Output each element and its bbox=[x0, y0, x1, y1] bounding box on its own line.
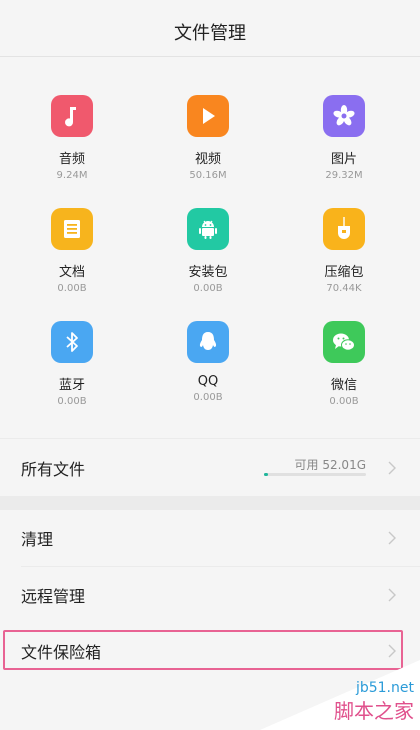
category-name: 安装包 bbox=[188, 265, 228, 280]
menu-item-label: 远程管理 bbox=[21, 587, 86, 606]
category-size: 50.16M bbox=[189, 170, 227, 181]
chevron-right-icon bbox=[388, 531, 396, 545]
category-bluetooth[interactable]: 蓝牙 0.00B bbox=[12, 321, 132, 431]
category-name: 音频 bbox=[58, 152, 85, 167]
category-size: 0.00B bbox=[57, 283, 87, 294]
category-images[interactable]: 图片 29.32M bbox=[284, 95, 404, 205]
all-files-row[interactable]: 所有文件 可用 52.01G bbox=[0, 440, 420, 496]
category-size: 0.00B bbox=[193, 392, 223, 403]
menu-item-remote[interactable]: 远程管理 bbox=[0, 567, 420, 623]
all-files-label: 所有文件 bbox=[21, 460, 86, 479]
category-name: 压缩包 bbox=[324, 265, 364, 280]
play-icon bbox=[187, 95, 229, 137]
category-size: 0.00B bbox=[193, 283, 223, 294]
divider bbox=[0, 438, 420, 439]
wechat-icon bbox=[323, 321, 365, 363]
category-grid: 音频 9.24M 视频 50.16M 图片 29.32M 文档 0.00B 安装… bbox=[0, 57, 420, 417]
category-name: 蓝牙 bbox=[58, 378, 85, 393]
menu-item-label: 清理 bbox=[21, 530, 54, 549]
zip-icon bbox=[323, 208, 365, 250]
page-title: 文件管理 bbox=[174, 23, 246, 44]
flower-icon bbox=[323, 95, 365, 137]
section-gap bbox=[0, 496, 420, 510]
category-name: 图片 bbox=[330, 152, 357, 167]
category-qq[interactable]: QQ 0.00B bbox=[148, 321, 268, 431]
category-size: 0.00B bbox=[57, 396, 87, 407]
watermark-name: 脚本之家 bbox=[334, 699, 414, 723]
chevron-right-icon bbox=[388, 461, 396, 475]
watermark: jb51.net 脚本之家 bbox=[260, 660, 420, 730]
menu-item-clean[interactable]: 清理 bbox=[0, 510, 420, 566]
bluetooth-icon bbox=[51, 321, 93, 363]
watermark-site: jb51.net bbox=[355, 680, 414, 696]
category-documents[interactable]: 文档 0.00B bbox=[12, 208, 132, 318]
android-icon bbox=[187, 208, 229, 250]
app-header: 文件管理 bbox=[0, 8, 420, 57]
category-name: 视频 bbox=[194, 152, 221, 167]
category-size: 70.44K bbox=[326, 283, 362, 294]
storage-usage-bar bbox=[264, 473, 366, 476]
category-archives[interactable]: 压缩包 70.44K bbox=[284, 208, 404, 318]
category-size: 29.32M bbox=[325, 170, 363, 181]
chevron-right-icon bbox=[388, 588, 396, 602]
category-video[interactable]: 视频 50.16M bbox=[148, 95, 268, 205]
category-wechat[interactable]: 微信 0.00B bbox=[284, 321, 404, 431]
music-note-icon bbox=[51, 95, 93, 137]
category-size: 0.00B bbox=[329, 396, 359, 407]
category-name: 微信 bbox=[330, 378, 357, 393]
document-icon bbox=[51, 208, 93, 250]
available-storage: 可用 52.01G bbox=[294, 458, 366, 472]
category-size: 9.24M bbox=[56, 170, 88, 181]
category-apk[interactable]: 安装包 0.00B bbox=[148, 208, 268, 318]
category-audio[interactable]: 音频 9.24M bbox=[12, 95, 132, 205]
storage-usage-fill bbox=[264, 473, 269, 476]
category-name: QQ bbox=[197, 374, 219, 389]
qq-icon bbox=[187, 321, 229, 363]
category-name: 文档 bbox=[58, 265, 85, 280]
status-bar bbox=[0, 0, 420, 8]
